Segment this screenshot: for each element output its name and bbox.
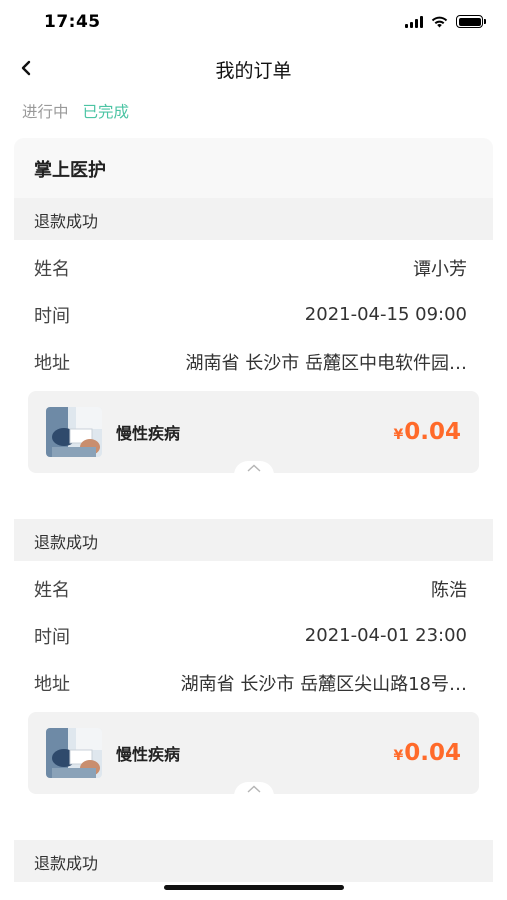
order-card[interactable]: 退款成功 姓名 陈浩 时间 2021-04-01 23:00 地址 湖南省 长沙… (14, 519, 493, 840)
order-status: 退款成功 (14, 198, 493, 240)
chevron-up-icon (247, 785, 260, 793)
name-row: 姓名 陈浩 (28, 565, 479, 612)
product-name: 慢性疾病 (116, 424, 181, 443)
collapse-toggle[interactable] (233, 461, 274, 475)
product-item[interactable]: 慢性疾病 ¥0.04 (28, 712, 479, 796)
time-row: 时间 2021-04-01 23:00 (28, 612, 479, 659)
order-status: 退款成功 (14, 519, 493, 561)
section-title: 掌上医护 (14, 138, 493, 198)
order-tabs: 进行中 已完成 (22, 100, 129, 122)
address-row: 地址 湖南省 长沙市 岳麓区尖山路18号… (28, 659, 479, 706)
tab-in-progress[interactable]: 进行中 (22, 100, 69, 122)
address-label: 地址 (34, 673, 70, 695)
home-indicator (164, 885, 344, 890)
status-icons (405, 15, 486, 28)
address-row: 地址 湖南省 长沙市 岳麓区中电软件园… (28, 338, 479, 385)
product-name: 慢性疾病 (116, 745, 181, 764)
order-list[interactable]: 掌上医护 退款成功 姓名 谭小芳 时间 2021-04-15 09:00 地址 … (14, 138, 493, 900)
navigation-bar: 我的订单 (0, 46, 507, 90)
order-details: 姓名 陈浩 时间 2021-04-01 23:00 地址 湖南省 长沙市 岳麓区… (14, 561, 493, 806)
tab-completed[interactable]: 已完成 (83, 100, 130, 122)
product-price: ¥0.04 (393, 740, 462, 766)
name-value: 皮琴 (431, 897, 467, 900)
time-value: 2021-04-01 23:00 (304, 625, 467, 646)
cellular-signal-icon (405, 15, 423, 28)
address-value: 湖南省 长沙市 岳麓区中电软件园… (185, 352, 467, 374)
collapse-toggle[interactable] (233, 782, 274, 796)
time-row: 时间 2021-04-15 09:00 (28, 291, 479, 338)
name-value: 陈浩 (431, 579, 467, 601)
time-label: 时间 (34, 305, 70, 327)
product-price: ¥0.04 (393, 419, 462, 445)
name-value: 谭小芳 (413, 258, 467, 280)
order-card[interactable]: 退款成功 姓名 谭小芳 时间 2021-04-15 09:00 地址 湖南省 长… (14, 198, 493, 519)
order-details: 姓名 谭小芳 时间 2021-04-15 09:00 地址 湖南省 长沙市 岳麓… (14, 240, 493, 485)
name-label: 姓名 (34, 579, 70, 601)
name-label: 姓名 (34, 897, 70, 900)
product-thumbnail (46, 728, 102, 778)
address-label: 地址 (34, 352, 70, 374)
order-card[interactable]: 退款成功 姓名 皮琴 (14, 840, 493, 900)
product-item[interactable]: 慢性疾病 ¥0.04 (28, 391, 479, 475)
name-label: 姓名 (34, 258, 70, 280)
time-label: 时间 (34, 626, 70, 648)
product-thumbnail (46, 407, 102, 457)
status-bar: 17:45 (0, 0, 507, 46)
battery-icon (456, 15, 486, 28)
wifi-icon (431, 16, 448, 27)
chevron-up-icon (247, 464, 260, 472)
page-title: 我的订单 (215, 60, 292, 82)
address-value: 湖南省 长沙市 岳麓区尖山路18号… (180, 673, 467, 695)
status-time: 17:45 (44, 12, 101, 32)
order-status: 退款成功 (14, 840, 493, 882)
time-value: 2021-04-15 09:00 (304, 304, 467, 325)
name-row: 姓名 谭小芳 (28, 244, 479, 291)
